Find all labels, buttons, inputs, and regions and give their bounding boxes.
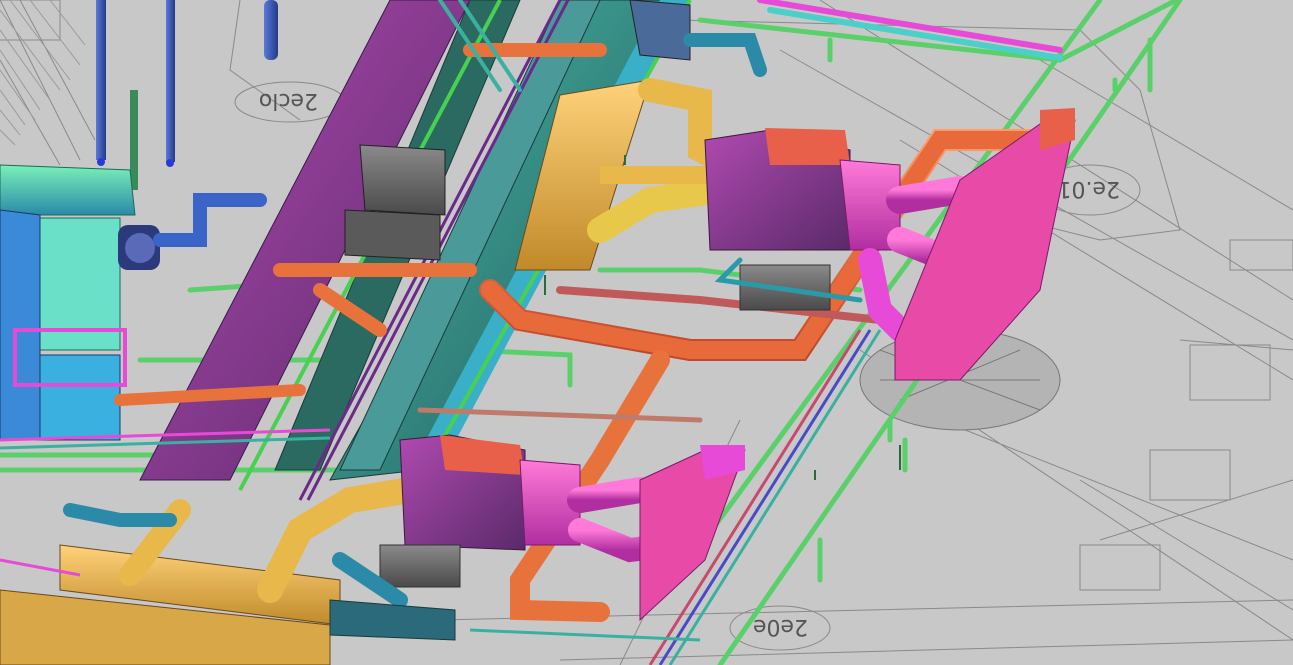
domestic-water-risers[interactable] — [96, 0, 278, 190]
hatched-wall — [0, 0, 86, 146]
room-tag-2: 2e.01 — [1057, 176, 1120, 201]
room-tag-1: 2eclo — [259, 88, 318, 113]
room-tag-3: 2e0e — [753, 614, 808, 639]
supply-duct-lower[interactable] — [379, 434, 746, 622]
model-viewport[interactable]: 2eclo 2e.01 2e0e — [0, 0, 1293, 665]
bim-3d-scene[interactable]: 2eclo 2e.01 2e0e — [0, 0, 1293, 665]
